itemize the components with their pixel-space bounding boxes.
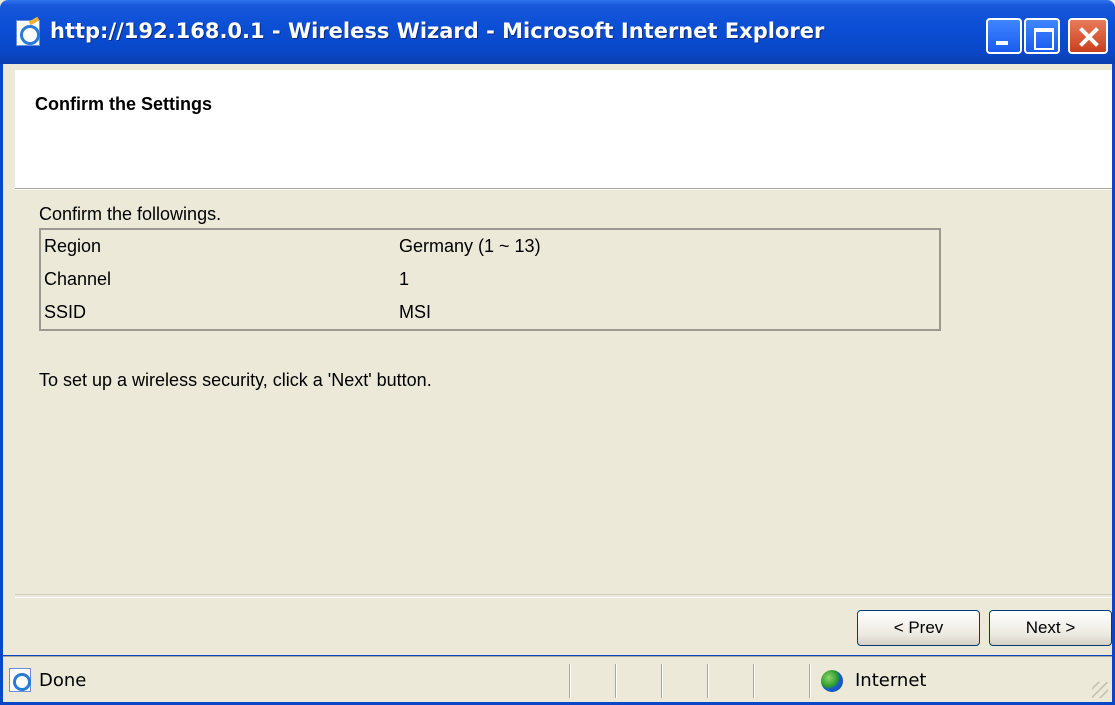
channel-label: Channel: [44, 269, 112, 289]
region-label: Region: [44, 236, 102, 256]
table-row: Channel 1: [41, 263, 939, 296]
ie-page-icon: [16, 20, 40, 46]
status-divider: [809, 664, 811, 698]
maximize-button[interactable]: [1024, 18, 1060, 54]
minimize-button[interactable]: [986, 18, 1022, 54]
status-text: Done: [39, 670, 87, 691]
next-button[interactable]: Next >: [989, 610, 1112, 646]
table-row: SSID MSI: [41, 296, 939, 329]
status-divider: [661, 664, 663, 698]
page-title: Confirm the Settings: [35, 94, 213, 114]
region-value: Germany (1 ~ 13): [399, 236, 541, 256]
ssid-value: MSI: [399, 302, 432, 322]
button-divider: [15, 594, 1112, 598]
title-bar[interactable]: http://192.168.0.1 - Wireless Wizard - M…: [0, 0, 1115, 64]
status-divider: [569, 664, 571, 698]
globe-icon: [821, 670, 843, 692]
client-area: Confirm the Settings Confirm the followi…: [3, 64, 1112, 655]
wizard-header: Confirm the Settings: [15, 70, 1112, 188]
prev-button[interactable]: < Prev: [857, 610, 980, 646]
instruction-text: To set up a wireless security, click a '…: [39, 370, 432, 390]
wizard-content: Confirm the followings. Region Germany (…: [15, 190, 1112, 593]
table-row: Region Germany (1 ~ 13): [41, 230, 939, 263]
security-zone: Internet: [855, 670, 927, 691]
status-divider: [753, 664, 755, 698]
intro-text: Confirm the followings.: [39, 204, 222, 224]
resize-grip[interactable]: [1092, 682, 1108, 698]
close-button[interactable]: [1068, 18, 1108, 54]
ie-page-icon: [9, 668, 31, 692]
status-bar: Done Internet: [3, 656, 1112, 702]
channel-value: 1: [399, 269, 410, 289]
window-title: http://192.168.0.1 - Wireless Wizard - M…: [50, 19, 825, 43]
status-divider: [615, 664, 617, 698]
ssid-label: SSID: [44, 302, 87, 322]
window-frame: Confirm the Settings Confirm the followi…: [0, 64, 1115, 705]
settings-table: Region Germany (1 ~ 13) Channel 1 SSID M…: [39, 228, 941, 331]
status-divider: [707, 664, 709, 698]
